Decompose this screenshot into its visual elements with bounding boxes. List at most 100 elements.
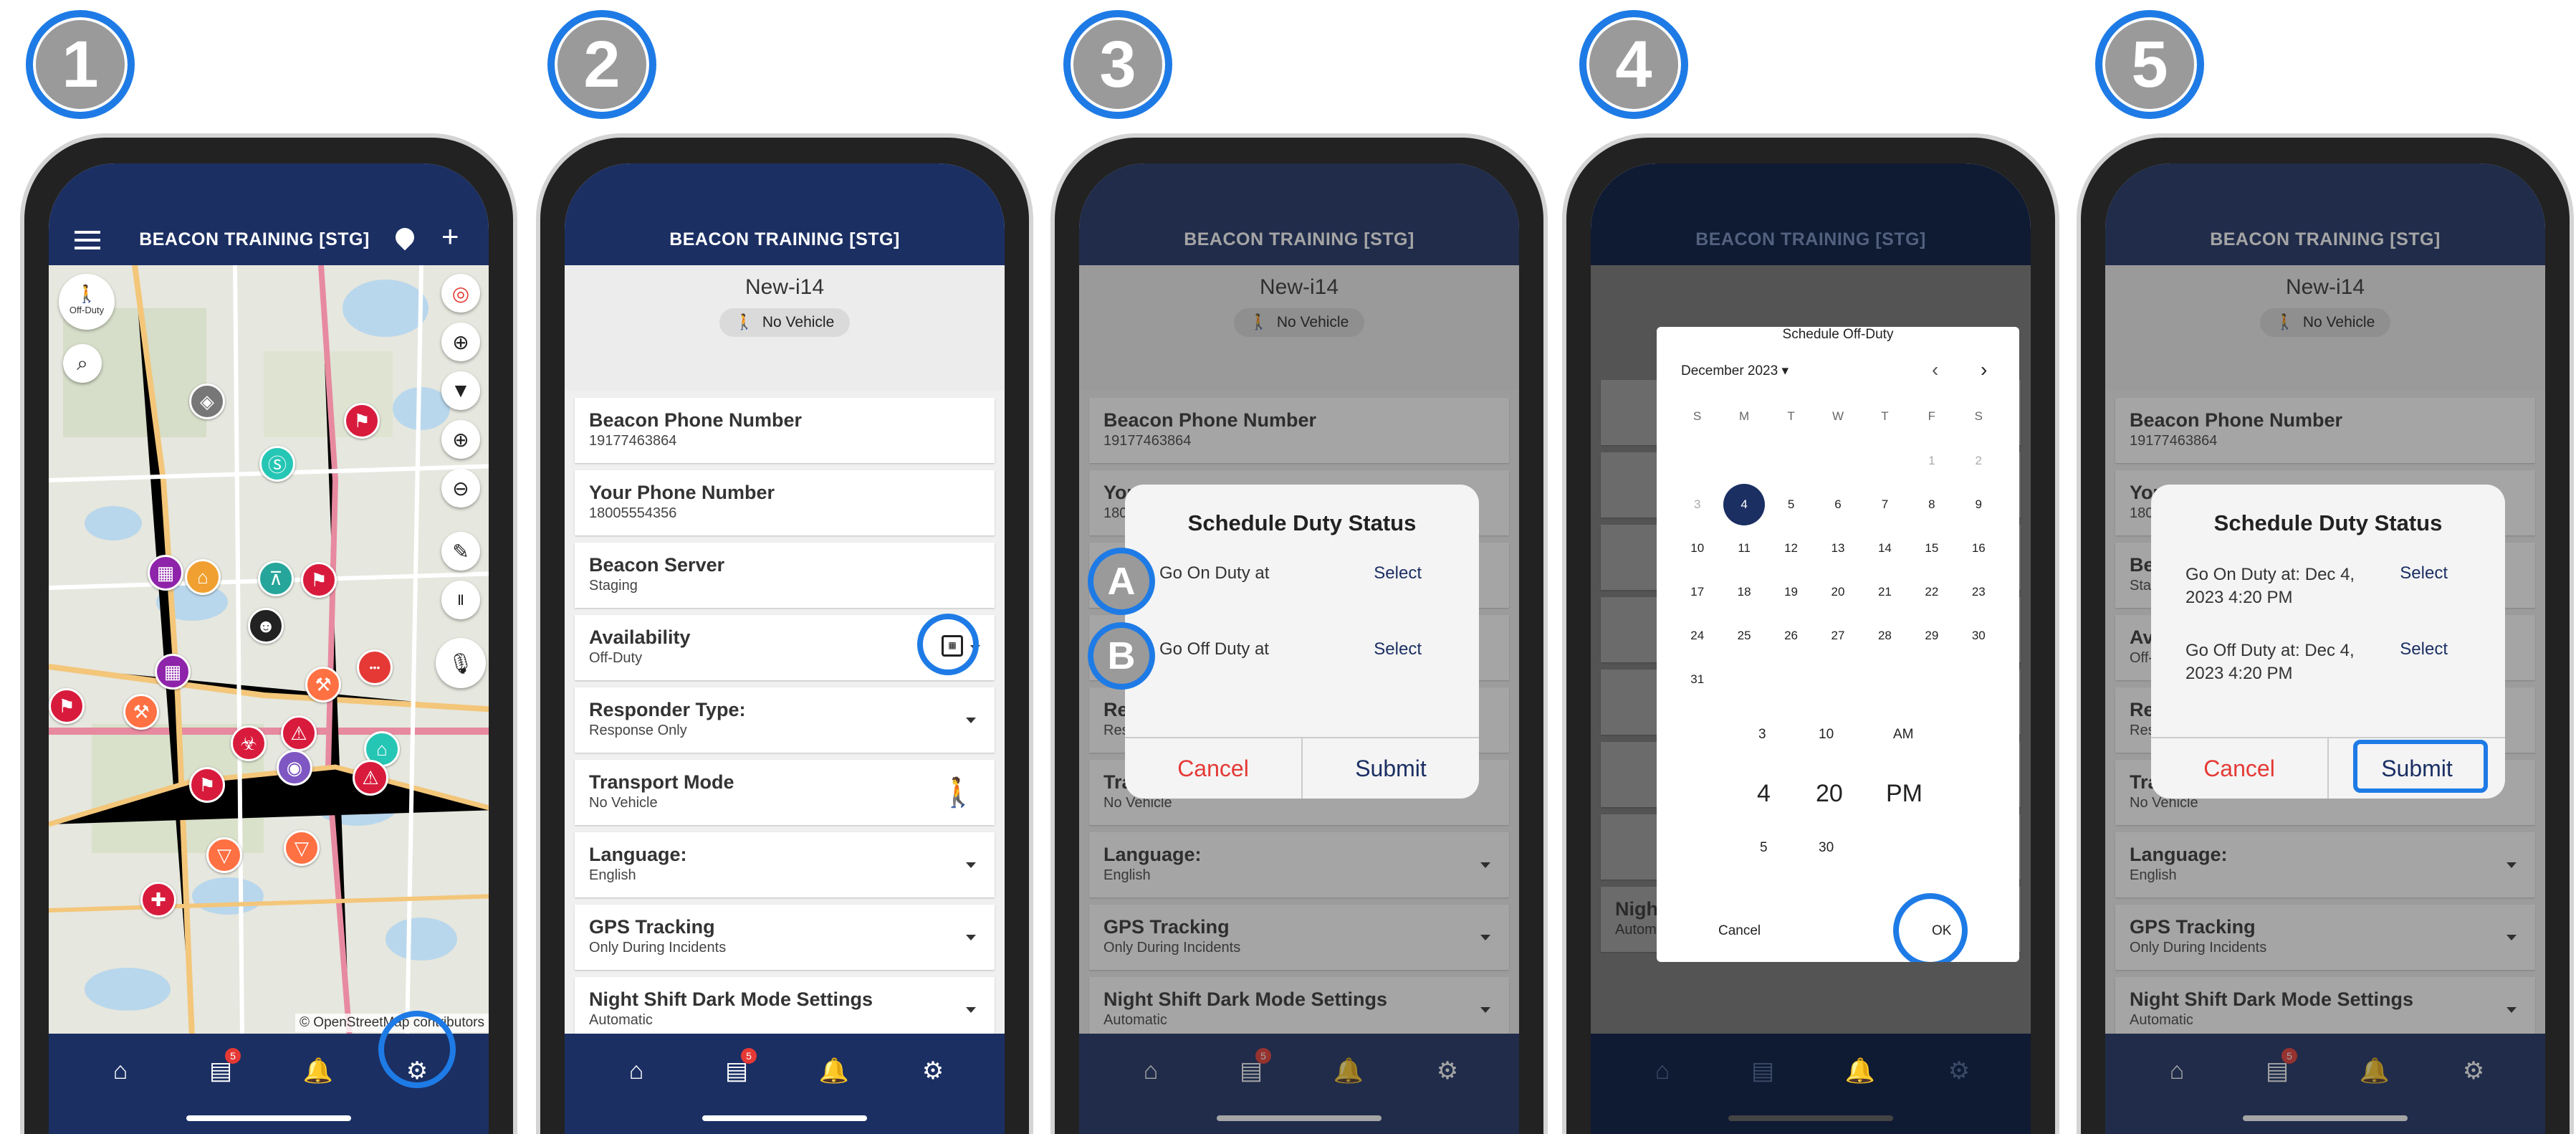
day-cell[interactable]: 17 [1674,570,1720,614]
add-icon[interactable]: + [441,219,459,254]
search-icon[interactable]: ⌕ [63,344,102,383]
map-marker-icon[interactable]: ⚑ [344,403,380,439]
map-marker-icon[interactable]: ⚠ [281,715,317,751]
day-cell[interactable]: 31 [1674,657,1720,701]
setting-your-phone[interactable]: Your Phone Number 18005554356 [575,470,995,535]
map-marker-icon[interactable]: ▽ [284,830,320,866]
day-cell[interactable]: 6 [1814,482,1861,526]
day-cell[interactable]: 2 [1955,439,2002,482]
chat-tab-icon[interactable]: ▤ 5 [715,1048,758,1092]
map-view[interactable]: 🚶 Off-Duty ⌕ ◎ ⊕ ▼ ⊕ ⊖ ✎ Ⅱ 🎙 ◈ ⚑ Ⓢ ▦ ⌂ ⊼… [49,265,489,1034]
bell-tab-icon[interactable]: 🔔 [813,1049,856,1092]
map-marker-icon[interactable]: ⚑ [301,562,337,598]
day-cell[interactable]: 24 [1674,614,1720,657]
day-cell[interactable]: 1 [1908,439,1955,482]
day-cell[interactable]: 19 [1768,570,1814,614]
pause-icon[interactable]: Ⅱ [441,581,480,619]
setting-availability[interactable]: Availability Off-Duty ▦ [575,614,995,680]
edit-icon[interactable]: ✎ [441,532,480,571]
home-tab-icon[interactable]: ⌂ [1641,1049,1684,1092]
day-cell[interactable]: 22 [1908,570,1955,614]
setting-gps-tracking[interactable]: GPS Tracking Only During Incidents [575,905,995,970]
map-marker-icon[interactable]: ⊼ [258,561,294,596]
day-cell[interactable]: 12 [1768,526,1814,570]
day-cell[interactable]: 26 [1768,614,1814,657]
setting-responder-type[interactable]: Responder Type: Response Only [575,687,995,753]
prev-month-icon[interactable]: ‹ [1932,358,1938,381]
map-marker-icon[interactable]: ☣ [231,725,267,761]
gear-tab-icon[interactable]: ⚙ [911,1049,954,1092]
go-off-duty-label: Go Off Duty at [1159,639,1269,659]
day-cell[interactable]: 10 [1674,526,1720,570]
map-marker-icon[interactable]: ✚ [140,882,176,918]
day-cell[interactable]: 11 [1720,526,1767,570]
map-marker-icon[interactable]: ⚒ [305,667,341,702]
day-cell[interactable]: 3 [1674,482,1720,526]
map-marker-icon[interactable]: ▦ [148,555,183,591]
day-cell[interactable]: 8 [1908,482,1955,526]
setting-value: Only During Incidents [589,940,727,956]
day-cell[interactable]: 14 [1862,526,1908,570]
map-marker-icon[interactable]: ⚑ [189,767,225,803]
go-on-duty-select[interactable]: Select [2400,563,2448,583]
picker-cancel-button[interactable]: Cancel [1718,923,1761,939]
setting-dark-mode[interactable]: Night Shift Dark Mode Settings Automatic [575,977,995,1034]
map-marker-icon[interactable]: ⚠ [353,760,388,796]
map-marker-icon[interactable]: ▽ [206,837,242,873]
day-cell[interactable]: 23 [1955,570,2002,614]
chat-tab-icon[interactable]: ▤ 5 [199,1048,242,1092]
day-cell[interactable]: 29 [1908,614,1955,657]
map-marker-icon[interactable]: ▦ [155,654,191,690]
setting-transport-mode[interactable]: Transport Mode No Vehicle 🚶 [575,760,995,825]
map-marker-icon[interactable]: Ⓢ [259,446,295,482]
day-cell[interactable]: 27 [1814,614,1861,657]
setting-language[interactable]: Language: English [575,832,995,897]
zoom-out-icon[interactable]: ⊖ [441,469,480,508]
day-cell[interactable]: 9 [1955,482,2002,526]
filter-icon[interactable]: ▼ [441,371,480,410]
go-on-duty-select[interactable]: Select [1374,563,1422,583]
map-marker-icon[interactable]: ◉ [277,750,312,786]
chat-tab-icon[interactable]: ▤ [1741,1049,1784,1092]
go-off-duty-select[interactable]: Select [1374,639,1422,659]
setting-beacon-server[interactable]: Beacon Server Staging [575,543,995,608]
day-cell[interactable]: 5 [1768,482,1814,526]
day-cell[interactable]: 18 [1720,570,1767,614]
setting-beacon-phone[interactable]: Beacon Phone Number 19177463864 [575,398,995,463]
home-tab-icon[interactable]: ⌂ [615,1049,658,1092]
selected-day[interactable]: 4 [1723,483,1766,525]
locate-icon[interactable]: ⊕ [441,323,480,361]
off-duty-status-button[interactable]: 🚶 Off-Duty [59,274,115,330]
lifebuoy-icon[interactable]: ◎ [441,274,480,313]
day-cell[interactable]: 30 [1955,614,2002,657]
day-cell[interactable]: 20 [1814,570,1861,614]
map-marker-icon[interactable]: ◈ [189,383,225,419]
day-cell[interactable]: 7 [1862,482,1908,526]
day-cell[interactable]: 25 [1720,614,1767,657]
time-picker[interactable]: 3 10 AM 4 20 PM 5 30 [1657,718,2019,876]
next-month-icon[interactable]: › [1981,358,1987,381]
map-marker-icon[interactable]: ⚒ [123,694,159,730]
dialog-title: Schedule Duty Status [1187,510,1417,535]
day-cell[interactable]: 13 [1814,526,1861,570]
day-cell[interactable]: 4 [1720,482,1767,526]
submit-button[interactable]: Submit [1303,738,1479,799]
home-tab-icon[interactable]: ⌂ [99,1049,142,1092]
zoom-in-icon[interactable]: ⊕ [441,420,480,459]
bell-tab-icon[interactable]: 🔔 [297,1049,340,1092]
gear-tab-icon[interactable]: ⚙ [1938,1049,1981,1092]
cancel-button[interactable]: Cancel [1125,738,1303,799]
day-cell[interactable]: 16 [1955,526,2002,570]
map-marker-icon[interactable]: ⌂ [185,559,221,595]
bell-tab-icon[interactable]: 🔔 [1839,1049,1882,1092]
map-marker-icon[interactable]: ☻ [248,608,284,644]
microphone-icon[interactable]: 🎙 [436,638,486,688]
day-cell[interactable]: 28 [1862,614,1908,657]
day-cell[interactable]: 21 [1862,570,1908,614]
map-marker-icon[interactable]: ••• [357,649,393,685]
cancel-button[interactable]: Cancel [2151,738,2329,799]
go-off-duty-select[interactable]: Select [2400,639,2448,659]
map-marker-icon[interactable]: ⚑ [49,688,85,724]
day-cell[interactable]: 15 [1908,526,1955,570]
month-selector[interactable]: December 2023 ▾ [1681,363,1789,379]
